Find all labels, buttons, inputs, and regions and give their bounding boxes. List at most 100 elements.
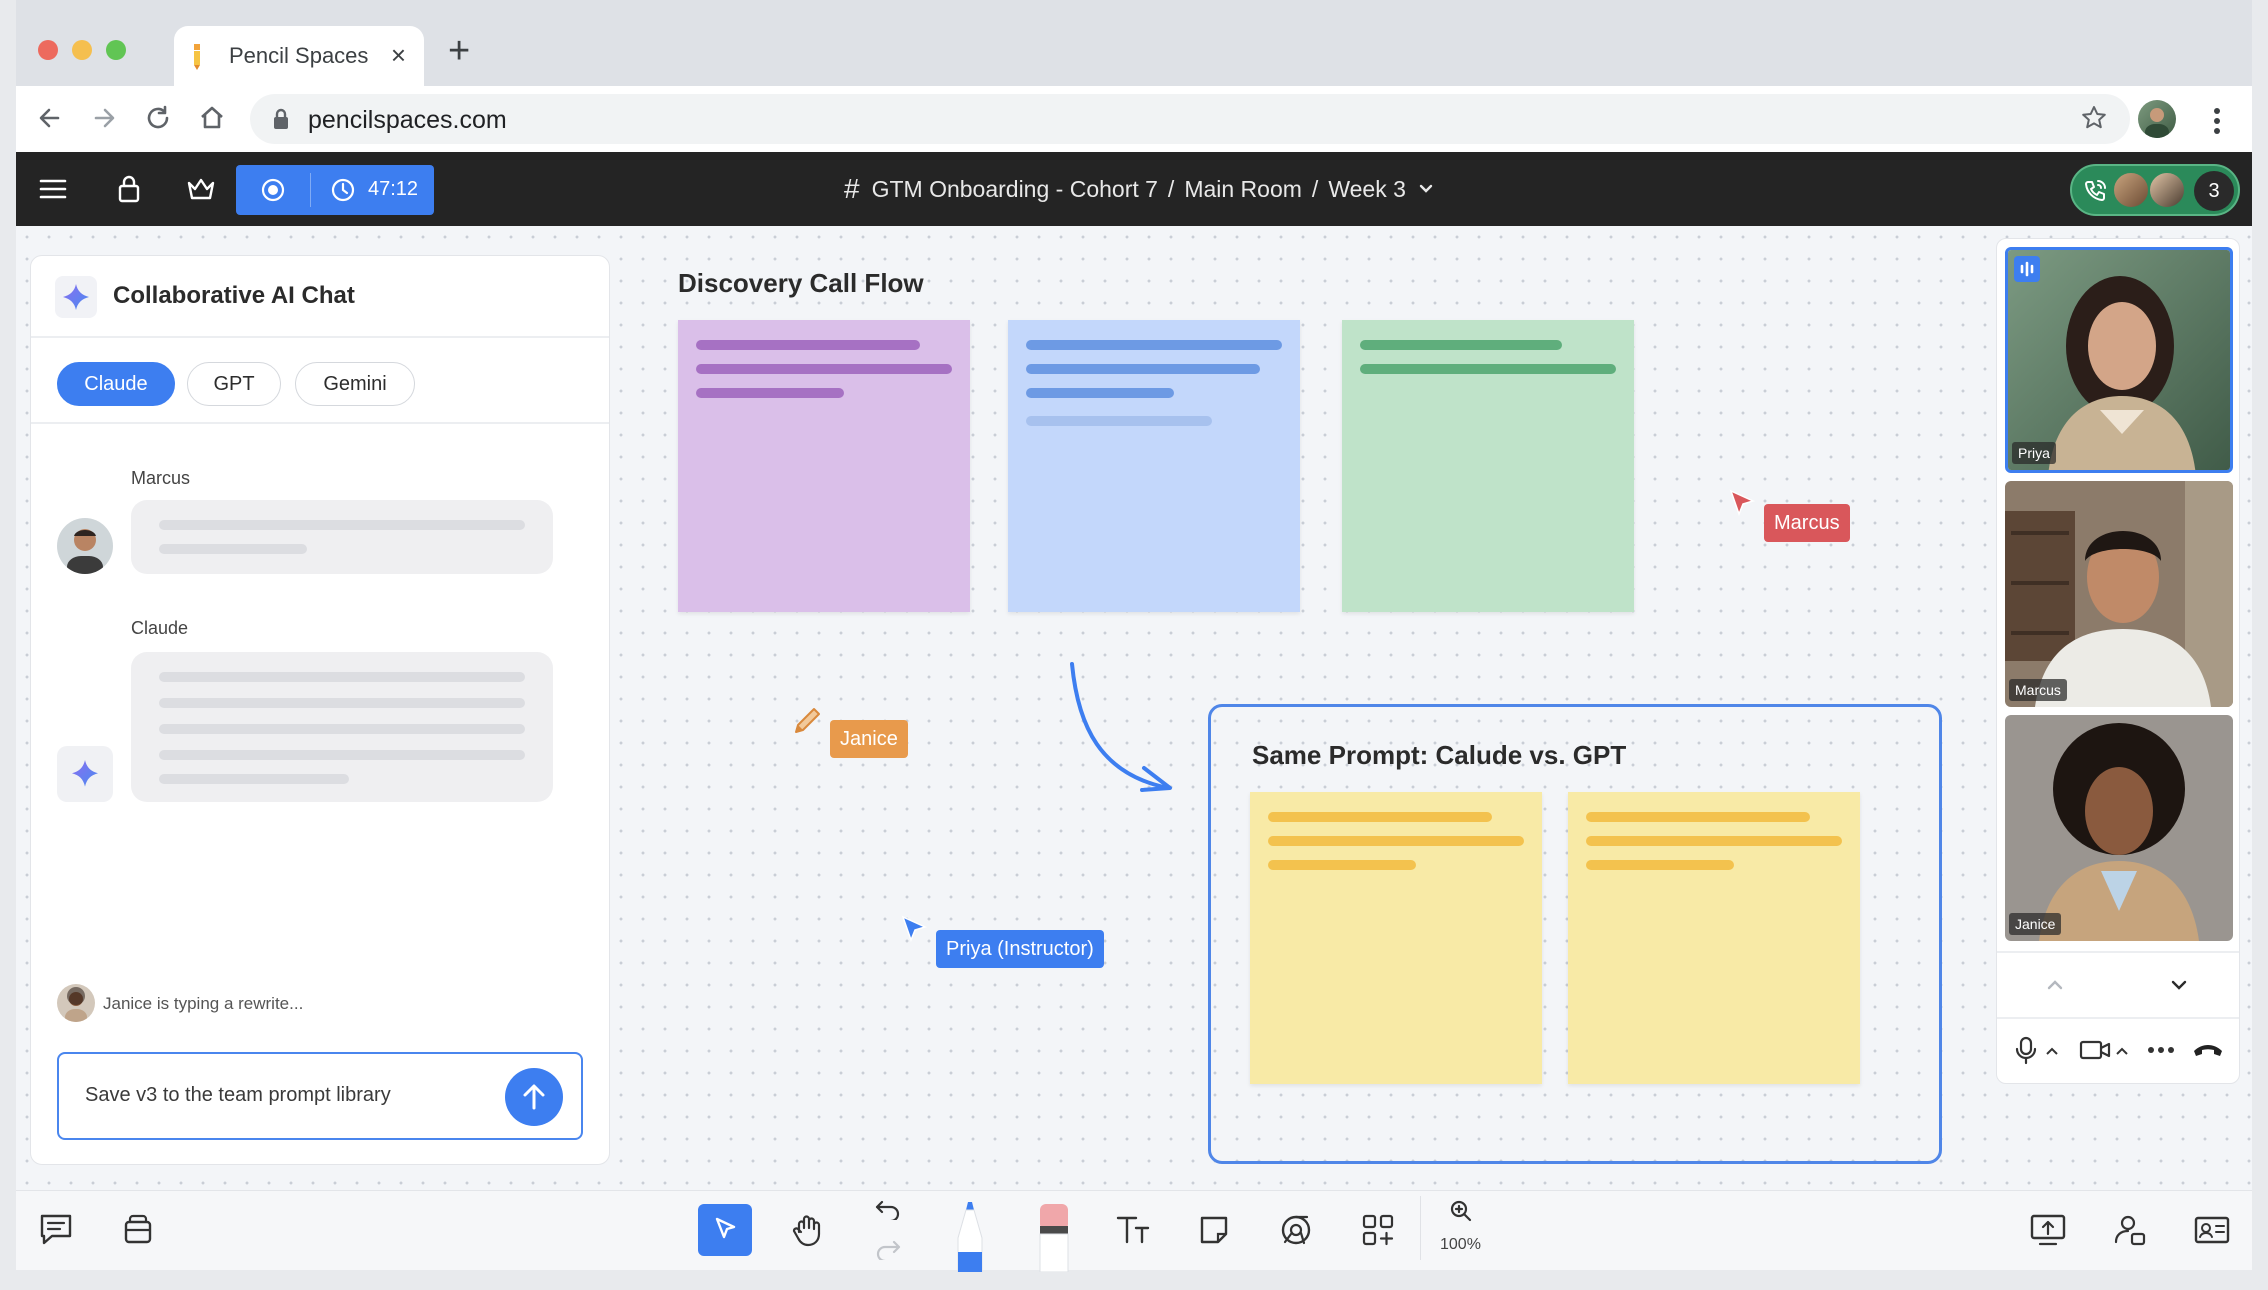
participant-name: Priya	[2012, 442, 2056, 464]
hand-pan-icon[interactable]	[782, 1204, 834, 1256]
phone-call-icon	[2085, 180, 2106, 201]
browser-toolbar: pencilspaces.com	[16, 86, 2252, 152]
board-section-title[interactable]: Discovery Call Flow	[678, 268, 924, 299]
video-tile-janice[interactable]: Janice	[2005, 715, 2233, 941]
message-author: Marcus	[131, 468, 191, 488]
typing-indicator: Janice is typing a rewrite...	[103, 994, 304, 1013]
chat-title: Collaborative AI Chat	[113, 282, 355, 309]
participant-avatar	[2112, 171, 2150, 209]
tab-close-icon[interactable]: ×	[391, 40, 406, 71]
arrow-up-icon	[523, 1084, 545, 1110]
lock-room-icon[interactable]	[112, 172, 146, 206]
sticky-note-yellow[interactable]	[1250, 792, 1542, 1084]
caret-up-icon[interactable]	[2115, 1045, 2129, 1057]
video-tile-marcus[interactable]: Marcus	[2005, 481, 2233, 707]
home-icon[interactable]	[194, 100, 230, 136]
breadcrumb-room[interactable]: Main Room	[1184, 176, 1302, 203]
maximize-window-button[interactable]	[106, 40, 126, 60]
sticky-note-green[interactable]	[1342, 320, 1634, 612]
browser-embed-icon[interactable]	[1270, 1204, 1322, 1256]
chevron-up-icon[interactable]	[2043, 973, 2067, 997]
pencil-favicon-icon	[194, 44, 200, 70]
screen-share-icon[interactable]	[2022, 1204, 2074, 1256]
chat-input[interactable]: Save v3 to the team prompt library	[57, 1052, 583, 1140]
address-bar[interactable]: pencilspaces.com	[250, 94, 2130, 144]
redo-icon[interactable]	[874, 1236, 902, 1260]
typing-user-avatar	[57, 984, 95, 1022]
bookmark-star-icon[interactable]	[2080, 104, 2108, 132]
text-tool-icon[interactable]	[1108, 1204, 1160, 1256]
zoom-icon[interactable]	[1448, 1198, 1474, 1224]
chat-input-value[interactable]: Save v3 to the team prompt library	[85, 1084, 391, 1107]
more-options-icon[interactable]	[2147, 1045, 2175, 1055]
back-arrow-icon[interactable]	[32, 100, 68, 136]
browser-tab[interactable]: Pencil Spaces ×	[174, 26, 424, 86]
breadcrumb-room-group[interactable]: GTM Onboarding - Cohort 7	[872, 176, 1158, 203]
sticky-note-blue[interactable]	[1008, 320, 1300, 612]
select-tool-button[interactable]	[698, 1204, 752, 1256]
breadcrumb-separator: /	[1311, 175, 1319, 202]
camera-icon[interactable]	[2079, 1039, 2111, 1061]
send-button[interactable]	[505, 1068, 563, 1126]
breadcrumb-separator: /	[1167, 175, 1175, 202]
minimize-window-button[interactable]	[72, 40, 92, 60]
chevron-down-icon[interactable]	[2167, 973, 2191, 997]
caret-up-icon[interactable]	[2045, 1045, 2059, 1057]
contact-card-icon[interactable]	[2186, 1204, 2238, 1256]
clock-icon	[331, 178, 355, 202]
browser-menu-icon[interactable]	[2212, 106, 2222, 136]
microphone-icon[interactable]	[2013, 1035, 2039, 1065]
pointer-icon	[715, 1217, 736, 1239]
sticky-note-yellow[interactable]	[1568, 792, 1860, 1084]
eraser-tool-icon[interactable]	[1034, 1200, 1074, 1272]
drawn-arrow[interactable]	[1060, 656, 1180, 796]
claude-avatar	[57, 746, 113, 802]
reload-icon[interactable]	[140, 100, 176, 136]
undo-icon[interactable]	[874, 1196, 902, 1220]
layers-icon[interactable]	[112, 1204, 164, 1256]
apps-grid-icon[interactable]	[1352, 1204, 1404, 1256]
zoom-level[interactable]: 100%	[1440, 1236, 1481, 1254]
crown-icon[interactable]	[184, 172, 218, 206]
avatar	[57, 518, 113, 574]
chat-header: Collaborative AI Chat	[31, 256, 609, 338]
breadcrumb-page[interactable]: Week 3	[1328, 176, 1406, 203]
forward-arrow-icon[interactable]	[86, 100, 122, 136]
tab-title: Pencil Spaces	[229, 43, 369, 68]
hamburger-menu-icon[interactable]	[36, 172, 70, 206]
participant-name: Marcus	[2009, 679, 2067, 701]
video-tile-priya[interactable]: Priya	[2005, 247, 2233, 473]
sticky-note-purple[interactable]	[678, 320, 970, 612]
video-panel: Priya Marcus Janice	[1996, 238, 2240, 1084]
recording-timer-pill[interactable]: 47:12	[236, 165, 434, 215]
cursor-label-marcus: Marcus	[1764, 504, 1850, 542]
browser-profile-avatar[interactable]	[2138, 100, 2176, 138]
participant-avatar	[2148, 171, 2186, 209]
chat-spark-badge	[55, 276, 97, 318]
hash-icon: #	[844, 173, 860, 204]
sticky-note-tool-icon[interactable]	[1188, 1204, 1240, 1256]
browser-tab-bar: Pencil Spaces × +	[16, 0, 2252, 86]
frame-title[interactable]: Same Prompt: Calude vs. GPT	[1252, 740, 1626, 771]
url-text: pencilspaces.com	[308, 106, 507, 134]
model-tab-gemini[interactable]: Gemini	[295, 362, 415, 406]
session-timer: 47:12	[368, 178, 419, 200]
model-tab-gpt[interactable]: GPT	[187, 362, 281, 406]
close-window-button[interactable]	[38, 40, 58, 60]
record-icon[interactable]	[260, 177, 286, 203]
breadcrumb[interactable]: # GTM Onboarding - Cohort 7 / Main Room …	[844, 173, 1436, 205]
new-tab-button[interactable]: +	[448, 30, 470, 73]
call-participants-pill[interactable]: 3	[2070, 164, 2240, 216]
ai-chat-panel: Collaborative AI Chat Claude GPT Gemini …	[30, 255, 610, 1165]
message-bubble	[131, 500, 553, 574]
message-author: Claude	[131, 618, 189, 638]
model-tab-claude[interactable]: Claude	[57, 362, 175, 406]
hang-up-icon[interactable]	[2191, 1039, 2225, 1059]
model-tabs: Claude GPT Gemini	[31, 340, 609, 424]
pen-tool-icon[interactable]	[952, 1200, 988, 1272]
participant-name: Janice	[2009, 913, 2062, 935]
chat-bubble-icon[interactable]	[30, 1204, 82, 1256]
cursor-label-janice: Janice	[830, 720, 908, 758]
chevron-down-icon[interactable]	[1416, 179, 1436, 199]
participants-settings-icon[interactable]	[2104, 1204, 2156, 1256]
